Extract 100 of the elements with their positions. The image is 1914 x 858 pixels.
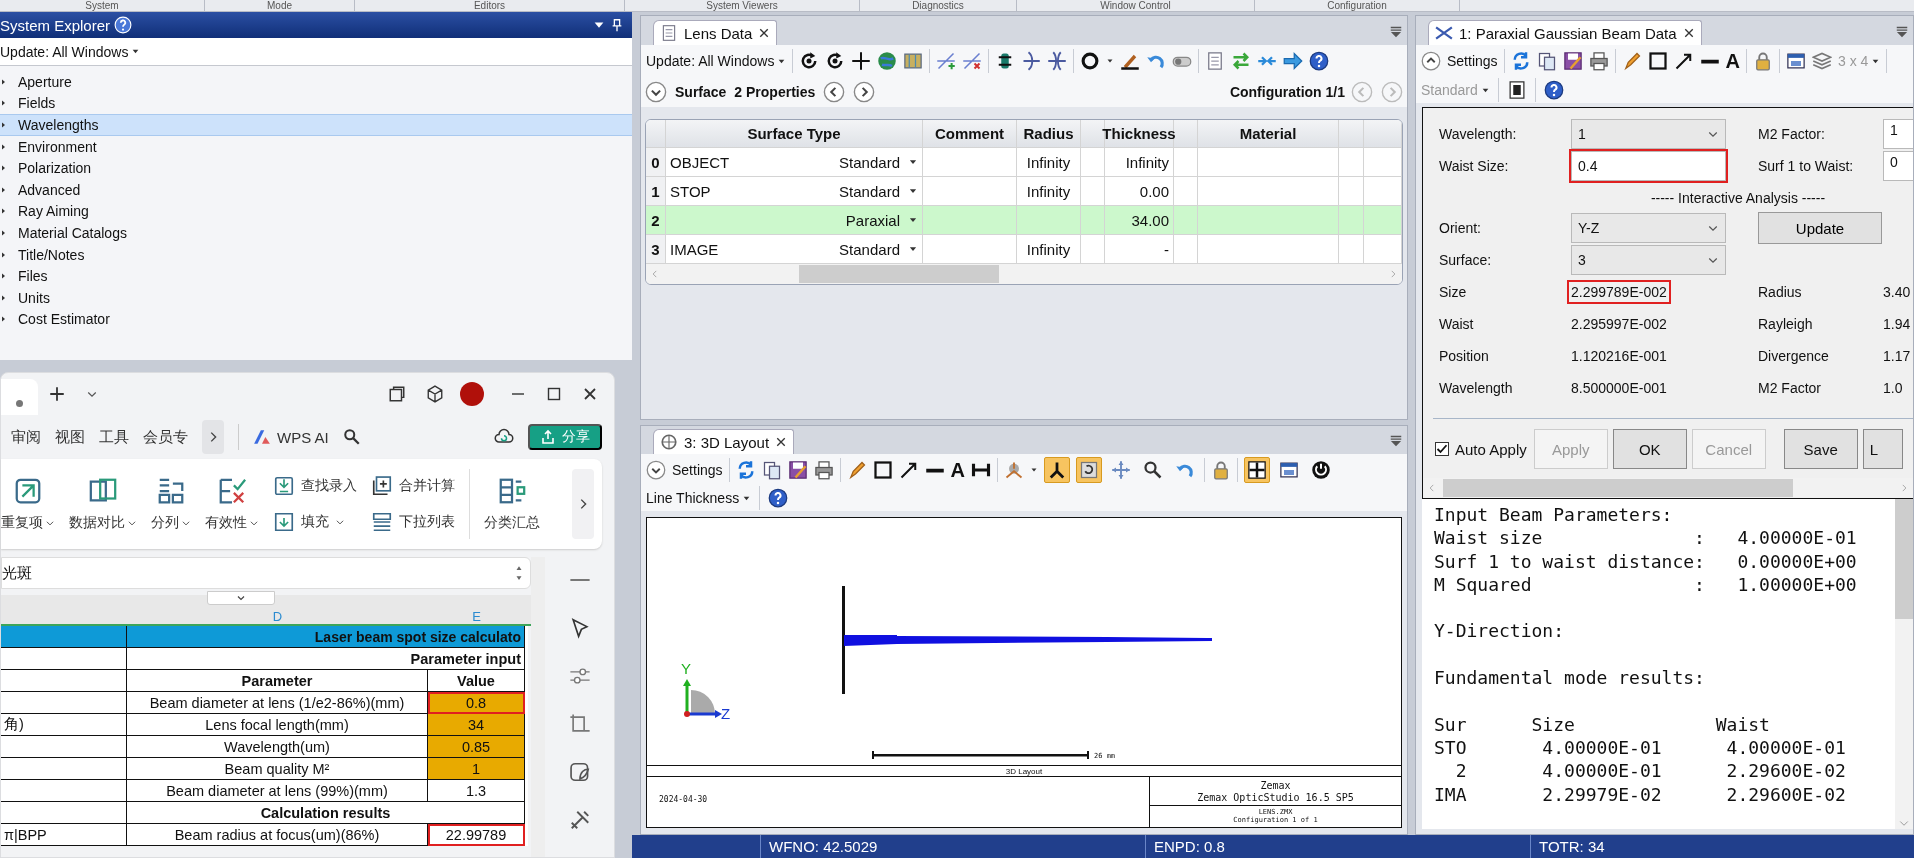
help-icon[interactable] [1309,51,1330,71]
scrollbar-thumb[interactable] [1443,479,1793,497]
ai-button[interactable]: WPS AI [253,428,329,446]
update-button[interactable]: Update [1758,212,1882,244]
dropdown[interactable]: 3 [1571,245,1726,275]
caret-icon[interactable] [1106,57,1115,65]
tree-item[interactable]: Title/Notes [0,243,632,266]
dialog-button[interactable]: L [1862,429,1903,469]
toggle-button[interactable] [1244,456,1271,483]
surface-type-dropdown[interactable]: Standard [839,182,918,200]
scrollbar-thumb[interactable] [799,265,999,283]
delete-line-icon[interactable] [962,51,983,71]
update-dropdown[interactable]: Update: All Windows [646,53,787,69]
plus-icon[interactable] [48,385,66,403]
swap-icon[interactable] [1231,51,1252,71]
ribbon-button[interactable]: 有效性 [205,476,259,532]
ribbon-button[interactable]: 重复项 [1,476,55,532]
tree-item[interactable]: Fields [0,92,632,115]
lens-icon[interactable] [1021,51,1042,71]
toggle-button[interactable] [1076,456,1103,483]
frame-icon[interactable] [1506,80,1527,100]
ribbon-button[interactable]: 下拉列表 [371,511,455,533]
input-field[interactable]: 0.4 [1571,151,1726,181]
ribbon-button[interactable]: 合并计算 [371,475,455,497]
menu-item[interactable]: 会员专 [143,427,188,447]
document-tab[interactable] [1,379,38,415]
tree-item[interactable]: Aperture [0,71,632,93]
update-dropdown[interactable]: Update: All Windows [0,43,141,60]
settings-button[interactable]: Settings [1447,53,1498,69]
table-row[interactable]: 0 OBJECT Standard Infinity Infinity [646,148,1402,177]
properties-label[interactable]: 2 Properties [734,84,816,100]
help-icon[interactable] [768,488,789,509]
dialog-button[interactable]: Save [1783,429,1858,469]
auto-apply-checkbox[interactable]: Auto Apply [1435,440,1527,458]
double-lens-icon[interactable] [1047,51,1068,71]
globe-icon[interactable] [877,51,898,71]
collapse-icon[interactable] [646,459,666,480]
avatar[interactable] [460,382,484,406]
tree-item[interactable]: Polarization [0,157,632,179]
ring-icon[interactable] [1080,51,1101,71]
surface-type-dropdown[interactable]: Standard [839,153,918,171]
tools-icon[interactable] [568,809,591,831]
copy-icon[interactable] [1536,51,1557,71]
panel-tab[interactable]: Lens Data [653,20,778,45]
copy-icon[interactable] [761,459,782,480]
column-header[interactable]: Comment [923,120,1017,147]
column-header[interactable]: Radius [1017,120,1081,147]
windows-icon[interactable] [388,385,406,403]
close-icon[interactable] [758,27,771,39]
print-icon[interactable] [813,459,834,480]
close-icon[interactable] [1682,27,1695,39]
crop-icon[interactable] [568,713,591,735]
ribbon-button[interactable]: 填充 [273,511,357,533]
dialog-button[interactable]: OK [1612,429,1687,469]
window-icon[interactable] [1786,51,1807,71]
column-header[interactable]: Material [1198,120,1339,147]
cube-icon[interactable] [426,385,444,403]
formula-bar[interactable]: 光斑 [1,557,531,589]
tree-item[interactable]: Cost Estimator [0,308,632,331]
settings-button[interactable]: Settings [672,461,723,478]
tree-item[interactable]: Ray Aiming [0,200,632,223]
collapse-handle[interactable] [207,591,275,605]
input-field[interactable]: 0 [1883,151,1913,181]
panel-tab[interactable]: 3: 3D Layout [653,429,795,455]
tree-item[interactable]: Environment [0,135,632,158]
tree-item[interactable]: Files [0,265,632,287]
menu-item[interactable]: 工具 [99,427,129,447]
menu-item[interactable]: 审阅 [11,427,41,447]
tree-item[interactable]: Material Catalogs [0,222,632,244]
next-icon[interactable] [853,81,876,103]
map-icon[interactable] [903,51,924,71]
collapse-icon[interactable] [645,81,667,103]
dropdown[interactable]: 1 [1571,119,1726,149]
help-icon[interactable] [1543,80,1564,100]
crosshair-icon[interactable] [851,51,872,71]
save-icon[interactable] [787,459,808,480]
panel-tab[interactable]: 1: Paraxial Gaussian Beam Data [1428,20,1702,45]
close-icon[interactable] [582,386,598,402]
text-tool-button[interactable]: A [1725,51,1741,71]
tree-item[interactable]: Wavelengths [0,114,632,136]
tree-item[interactable]: Units [0,286,632,309]
rectangle-icon[interactable] [1647,51,1668,71]
toggle-button[interactable] [1044,456,1071,483]
sliders-icon[interactable] [568,665,591,687]
ribbon-button[interactable]: 分类汇总 [484,476,540,532]
ribbon-button[interactable]: 查找录入 [273,475,357,497]
table-row[interactable]: 2 Paraxial 34.00 [646,206,1402,235]
previous-icon[interactable] [823,81,846,103]
ribbon-button[interactable]: 分列 [151,476,191,532]
tree-item[interactable]: Advanced [0,178,632,201]
layers-icon[interactable] [1812,51,1833,71]
more-button[interactable] [202,420,224,454]
dropdown[interactable]: Y-Z [1571,213,1726,243]
insert-line-icon[interactable] [936,51,957,71]
text-tool-button[interactable]: A [950,459,966,480]
maximize-icon[interactable] [546,386,562,402]
panel-menu-icon[interactable] [1389,433,1403,448]
search-icon[interactable] [342,428,361,446]
print-icon[interactable] [1588,51,1609,71]
right-arrow-icon[interactable] [1283,51,1304,71]
